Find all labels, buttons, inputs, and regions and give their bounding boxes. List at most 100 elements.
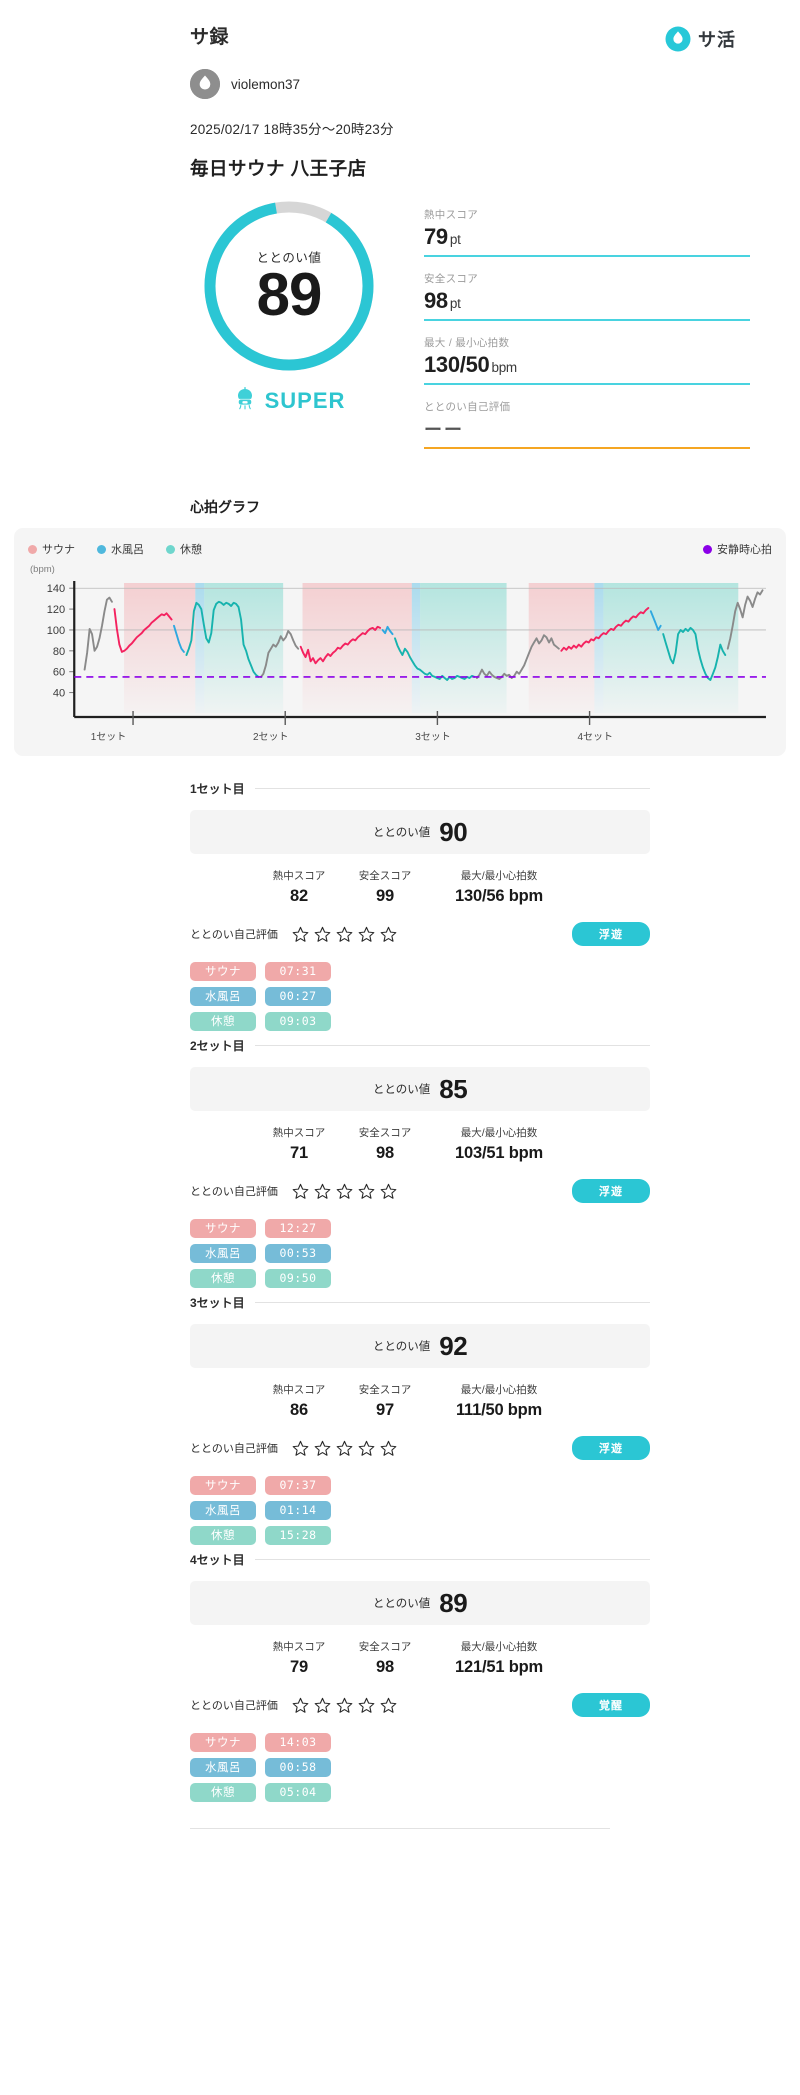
- heart-rate-chart-card: サウナ 水風呂 休憩 安静時心拍 (bpm) 40 60 80 100 120 140 1…: [14, 528, 786, 756]
- chip-phase-time: 01:14: [265, 1501, 331, 1520]
- svg-text:140: 140: [47, 583, 65, 595]
- rating-star[interactable]: [314, 926, 331, 943]
- set-card: 4セット目ととのい値 89 熱中スコア 79 安全スコア 98 最大/最小心拍数 121/51…: [14, 1551, 786, 1802]
- chip-phase-time: 12:27: [265, 1219, 331, 1238]
- set-body: ととのい値 89 熱中スコア 79 安全スコア 98 最大/最小心拍数 121/51 bpm と…: [14, 1581, 786, 1802]
- set-totonoi-bar: ととのい値 92: [190, 1324, 650, 1368]
- metric-label: 安全スコア: [358, 870, 412, 882]
- venue-name: 毎日サウナ 八王子店: [190, 158, 367, 179]
- rating-stars[interactable]: [292, 1697, 397, 1714]
- stat-underline: [424, 383, 750, 385]
- rating-star[interactable]: [314, 1697, 331, 1714]
- rating-star[interactable]: [358, 926, 375, 943]
- brand-logo[interactable]: サ活: [665, 26, 736, 52]
- set-state-badge[interactable]: 浮遊: [572, 922, 650, 946]
- set-metric-safety: 安全スコア 98: [346, 1639, 424, 1677]
- avatar: [190, 69, 220, 99]
- chip-row: 水風呂 00:53: [190, 1244, 650, 1263]
- stat-safety-score: 安全スコア 98 pt: [424, 271, 750, 321]
- set-body: ととのい値 92 熱中スコア 86 安全スコア 97 最大/最小心拍数 111/50 bpm と…: [14, 1324, 786, 1545]
- metric-value: 82: [290, 887, 308, 905]
- rating-star[interactable]: [314, 1183, 331, 1200]
- rating-label: ととのい自己評価: [190, 1443, 278, 1455]
- stat-self-rating: ととのい自己評価 ーー: [424, 399, 750, 449]
- legend-label: 休憩: [180, 544, 202, 556]
- set-state-badge[interactable]: 覚醒: [572, 1693, 650, 1717]
- rating-star[interactable]: [292, 926, 309, 943]
- rating-stars[interactable]: [292, 1183, 397, 1200]
- rating-star[interactable]: [380, 1440, 397, 1457]
- brand-name: サ活: [698, 30, 736, 50]
- chip-phase-name: サウナ: [190, 1733, 256, 1752]
- session-date-range: 2025/02/17 18時35分〜20時23分: [190, 122, 394, 137]
- rating-star[interactable]: [314, 1440, 331, 1457]
- chip-phase-time: 00:27: [265, 987, 331, 1006]
- chip-row: 水風呂 00:27: [190, 987, 650, 1006]
- set-header: 2セット目: [14, 1037, 786, 1054]
- chip-phase-name: サウナ: [190, 1476, 256, 1495]
- chip-row: 水風呂 00:58: [190, 1758, 650, 1777]
- legend-coldbath: 水風呂: [97, 541, 144, 557]
- rating-label: ととのい自己評価: [190, 929, 278, 941]
- set-totonoi-label: ととのい値: [372, 1341, 431, 1353]
- set-metrics: 熱中スコア 82 安全スコア 99 最大/最小心拍数 130/56 bpm: [190, 868, 650, 906]
- totonoi-ring-wrap: ととのい値 89 SUPER: [190, 197, 388, 415]
- rating-star[interactable]: [292, 1697, 309, 1714]
- page-title: サ録: [190, 27, 230, 48]
- set-state-badge[interactable]: 浮遊: [572, 1436, 650, 1460]
- stat-number: 130/50: [424, 352, 490, 377]
- bottom-divider: [190, 1828, 610, 1829]
- rating-star[interactable]: [358, 1183, 375, 1200]
- rating-star[interactable]: [336, 1183, 353, 1200]
- set-list: 1セット目 ととのい値 90 熱中スコア 82 安全スコア 99 最大/最小心拍数 130/56…: [14, 780, 786, 1802]
- rating-stars[interactable]: [292, 1440, 397, 1457]
- rating-star[interactable]: [358, 1697, 375, 1714]
- metric-label: 熱中スコア: [272, 1641, 326, 1653]
- set-metric-safety: 安全スコア 97: [346, 1382, 424, 1420]
- chip-phase-time: 00:58: [265, 1758, 331, 1777]
- chip-phase-time: 00:53: [265, 1244, 331, 1263]
- set-totonoi-label: ととのい値: [372, 1084, 431, 1096]
- set-state-badge[interactable]: 浮遊: [572, 1179, 650, 1203]
- set-phase-chips: サウナ 07:31 水風呂 00:27 休憩 09:03: [190, 962, 650, 1031]
- legend-rest: 休憩: [166, 541, 202, 557]
- user-name: violemon37: [231, 76, 301, 92]
- rating-star[interactable]: [380, 1183, 397, 1200]
- set-metric-heart-rate: 最大/最小心拍数 103/51 bpm: [424, 1125, 574, 1163]
- set-header: 4セット目: [14, 1551, 786, 1568]
- chip-phase-time: 07:31: [265, 962, 331, 981]
- chip-phase-name: 水風呂: [190, 987, 256, 1006]
- metric-value: 98: [376, 1144, 394, 1162]
- stat-number: 98: [424, 288, 448, 313]
- set-metric-heart-rate: 最大/最小心拍数 111/50 bpm: [424, 1382, 574, 1420]
- heart-rate-plot: 40 60 80 100 120 140: [28, 575, 772, 725]
- set-metrics: 熱中スコア 79 安全スコア 98 最大/最小心拍数 121/51 bpm: [190, 1639, 650, 1677]
- rating-star[interactable]: [292, 1183, 309, 1200]
- rating-star[interactable]: [336, 1440, 353, 1457]
- rating-stars[interactable]: [292, 926, 397, 943]
- metric-label: 安全スコア: [358, 1127, 412, 1139]
- totonoi-ring: ととのい値 89: [200, 197, 378, 375]
- stat-unit: bpm: [491, 360, 518, 375]
- stat-heart-rate: 最大 / 最小心拍数 130/50 bpm: [424, 335, 750, 385]
- rating-star[interactable]: [336, 926, 353, 943]
- x-tick-label: 3セット: [415, 732, 451, 743]
- rating-star[interactable]: [358, 1440, 375, 1457]
- set-totonoi-value: 85: [439, 1073, 468, 1104]
- user-row[interactable]: violemon37: [190, 69, 610, 99]
- metric-value: 86: [290, 1401, 308, 1419]
- metric-value: 98: [376, 1658, 394, 1676]
- rating-label: ととのい自己評価: [190, 1700, 278, 1712]
- metric-label: 熱中スコア: [272, 870, 326, 882]
- rating-star[interactable]: [292, 1440, 309, 1457]
- water-drop-icon: [665, 26, 691, 52]
- rating-star[interactable]: [380, 926, 397, 943]
- jellyfish-icon: [233, 386, 257, 415]
- rating-star[interactable]: [336, 1697, 353, 1714]
- rating-label: ととのい自己評価: [190, 1186, 278, 1198]
- set-body: ととのい値 85 熱中スコア 71 安全スコア 98 最大/最小心拍数 103/51 bpm と…: [14, 1067, 786, 1288]
- rating-star[interactable]: [380, 1697, 397, 1714]
- chart-heading: 心拍グラフ: [190, 499, 260, 515]
- set-rating-row: ととのい自己評価 浮遊: [190, 1179, 650, 1203]
- chart-legend: サウナ 水風呂 休憩 安静時心拍: [28, 541, 772, 557]
